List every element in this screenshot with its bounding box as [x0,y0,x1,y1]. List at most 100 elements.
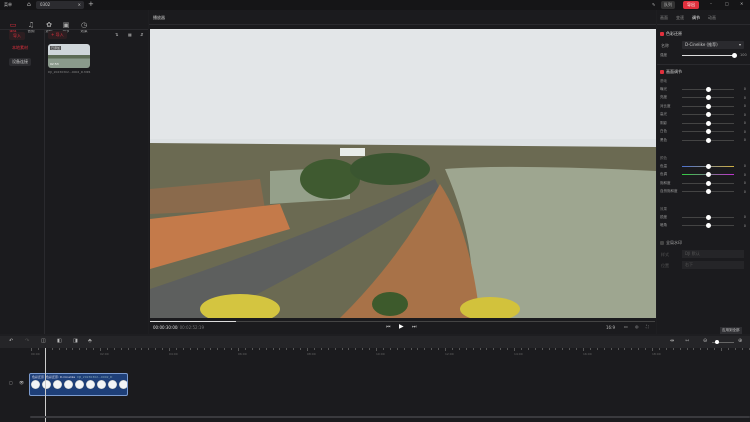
next-frame-icon[interactable]: ⏭ [412,324,417,330]
picture-adjust-toggle[interactable]: 画面调节 [660,69,682,75]
minimize-icon[interactable]: – [710,1,712,6]
close-window-icon[interactable]: ✕ [740,1,743,6]
slider-row[interactable]: 亮度 0 [660,95,746,101]
tick-mark [672,348,674,350]
strength-slider[interactable]: 强度 100 [660,52,747,58]
device-connect[interactable]: 设备连接 [9,58,31,66]
slider-row[interactable]: 曝光 0 [660,86,746,92]
slider-track[interactable] [682,172,734,177]
slider-track[interactable] [682,180,734,186]
slider-knob[interactable] [705,163,711,169]
slider-row[interactable]: 高光 0 [660,112,746,118]
slider-knob[interactable] [705,223,711,228]
snapshot-icon[interactable]: ◎ [635,324,639,329]
basic-section: 基础 [660,79,667,83]
fullscreen-icon[interactable]: ⛶ [646,324,649,329]
home-icon[interactable]: ⌂ [27,1,31,8]
slider-track[interactable] [682,120,734,126]
slider-knob[interactable] [705,137,711,143]
slider-knob[interactable] [705,103,711,109]
grid-icon[interactable]: ▦ [128,32,132,37]
close-icon[interactable]: × [78,1,81,9]
slider-knob[interactable] [705,112,711,117]
tab-2[interactable]: 调节 [692,15,700,21]
trim-left-icon[interactable]: ◧ [57,338,62,344]
slider-row[interactable]: 自然饱和度 0 [660,189,746,195]
project-tab[interactable]: 0302 × [36,1,84,9]
progress-bar[interactable] [150,321,655,322]
slider-row[interactable]: 暗角 0 [660,223,746,229]
video-preview[interactable] [150,29,656,318]
maximize-icon[interactable]: □ [725,1,729,6]
slider-row[interactable]: 色调 0 [660,172,746,178]
flip-icon[interactable]: ⬘ [88,338,92,344]
slider-track[interactable] [682,189,734,194]
local-media-link[interactable]: 本地素材 [12,45,28,51]
slider-track[interactable] [682,86,734,92]
tab-0[interactable]: 画面 [660,15,668,21]
split-icon[interactable]: ◫ [41,338,46,344]
toolbar-effect[interactable]: ◷ 效果 [75,21,93,34]
sort-icon[interactable]: ⇅ [115,32,118,37]
snap-icon[interactable]: ⇹ [670,338,674,344]
play-icon[interactable]: ▶ [399,323,404,330]
slider-knob[interactable] [705,86,711,92]
track-lock-icon[interactable]: ▢ [9,380,13,385]
redo-icon[interactable]: ↷ [25,338,29,344]
zoom-out-icon[interactable]: ⊖ [703,338,707,344]
slider-track[interactable] [682,95,734,100]
ratio-select[interactable]: 16:9 [606,325,615,330]
slider-knob[interactable] [705,95,711,100]
time-ruler[interactable]: 00:00 02:00 04:00 06:00 08:00 10:00 12:00 14:00… [0,348,750,360]
slider-value: 0 [743,164,746,168]
feedback-icon[interactable]: ✎ [652,2,655,7]
hd-icon[interactable]: ▭ [624,324,628,329]
slider-track[interactable] [682,103,734,109]
slider-track[interactable] [682,129,734,134]
menu-button[interactable]: 菜单 [4,2,12,8]
tab-1[interactable]: 变速 [676,15,684,21]
slider-knob[interactable] [705,180,711,186]
export-button[interactable]: 导出 [683,1,699,9]
slider-row[interactable]: 黑色 0 [660,137,746,143]
track-visible-icon[interactable]: 👁 [19,380,24,385]
filter-list-icon[interactable]: ⇵ [140,32,143,37]
playhead[interactable] [45,348,46,422]
add-tab-icon[interactable]: + [88,0,94,8]
slider-track[interactable] [682,223,734,228]
lut-select[interactable]: D-Cinelike (推荐) ▾ [682,41,744,49]
slider-row[interactable]: 饱和度 0 [660,180,746,186]
slider-track[interactable] [682,112,734,117]
watermark-style-select[interactable]: DJI 默认 [682,250,744,258]
slider-row[interactable]: 对比度 0 [660,103,746,109]
video-clip[interactable]: 色彩还原 色彩还原: D-Cinelike DJI_20230302...0002_… [29,373,128,396]
trim-right-icon[interactable]: ◨ [73,338,78,344]
slider-knob[interactable] [705,189,711,194]
slider-row[interactable]: 阴影 0 [660,120,746,126]
slider-track[interactable] [682,137,734,143]
slider-knob[interactable] [705,120,711,126]
timeline-scrollbar[interactable] [30,416,750,418]
slider-knob[interactable] [705,172,711,177]
slider-row[interactable]: 锐度 0 [660,214,746,220]
watermark-pos-select[interactable]: 右下 [682,261,744,269]
layout-button[interactable]: 队列 [661,1,675,9]
apply-all-button[interactable]: 应用到全部 [720,327,742,334]
undo-icon[interactable]: ↶ [9,338,13,344]
media-thumbnail[interactable]: 已添加 02:53 [48,44,90,68]
slider-row[interactable]: 色温 0 [660,163,746,169]
import-group[interactable]: 导入 [9,32,25,40]
tab-3[interactable]: 动画 [708,15,716,21]
zoom-slider[interactable] [712,340,734,344]
watermark-toggle[interactable]: 全局水印 [660,240,682,246]
slider-track[interactable] [682,163,734,169]
slider-row[interactable]: 白色 0 [660,129,746,135]
import-button[interactable]: + 导入 [48,31,67,39]
link-icon[interactable]: ⇿ [685,338,689,344]
color-restore-toggle[interactable]: 色彩还原 [660,31,682,37]
zoom-in-icon[interactable]: ⊕ [738,338,742,344]
slider-knob[interactable] [705,129,711,134]
slider-knob[interactable] [705,214,711,220]
slider-track[interactable] [682,214,734,220]
prev-frame-icon[interactable]: ⏮ [386,324,391,330]
